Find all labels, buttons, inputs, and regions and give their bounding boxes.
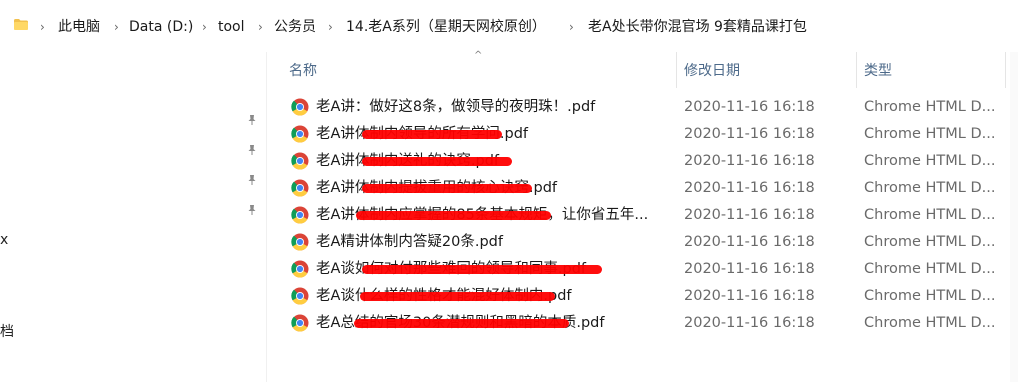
chrome-icon: [291, 179, 309, 197]
file-modified-date: 2020-11-16 16:18: [684, 207, 815, 223]
redaction-mark: [362, 157, 512, 166]
column-divider[interactable]: [1005, 52, 1006, 88]
breadcrumb-separator: ›: [114, 20, 119, 34]
file-modified-date: 2020-11-16 16:18: [684, 126, 815, 142]
redaction-mark: [360, 292, 555, 301]
file-type: Chrome HTML D...: [864, 234, 996, 250]
breadcrumb-tool[interactable]: tool: [218, 18, 245, 36]
chrome-icon: [291, 125, 309, 143]
chrome-icon: [291, 152, 309, 170]
breadcrumb-this-pc[interactable]: 此电脑: [58, 18, 100, 36]
column-divider[interactable]: [676, 52, 677, 88]
redaction-mark: [354, 319, 569, 328]
file-type: Chrome HTML D...: [864, 207, 996, 223]
chrome-icon: [291, 314, 309, 332]
file-row[interactable]: 老A总结的官场30条潜规则和黑暗的本质.pdf2020-11-16 16:18C…: [282, 310, 1018, 337]
file-name[interactable]: 老A讲：做好这8条，做领导的夜明珠！.pdf: [316, 98, 595, 116]
file-modified-date: 2020-11-16 16:18: [684, 99, 815, 115]
file-row[interactable]: 老A精讲体制内答疑20条.pdf 2020-11-16 16:18 Chrome H…: [282, 229, 1018, 256]
pin-icon[interactable]: [246, 144, 258, 156]
file-modified-date: 2020-11-16 16:18: [684, 180, 815, 196]
breadcrumb-separator: ›: [258, 20, 263, 34]
file-modified-date: 2020-11-16 16:18: [684, 315, 815, 331]
file-modified-date: 2020-11-16 16:18: [684, 153, 815, 169]
file-row[interactable]: 老A谈什么样的性格才能混好体制内.pdf2020-11-16 16:18Chro…: [282, 283, 1018, 310]
address-bar[interactable]: › 此电脑 › Data (D:) › tool › 公务员 › 14.老A系列…: [0, 0, 1018, 53]
file-row[interactable]: 老A讲体制内领导的所有学问.pdf2020-11-16 16:18Chrome …: [282, 121, 1018, 148]
breadcrumb-separator: ›: [569, 20, 574, 34]
breadcrumb-separator: ›: [202, 20, 207, 34]
column-divider[interactable]: [856, 52, 857, 88]
file-type: Chrome HTML D...: [864, 288, 996, 304]
pane-divider[interactable]: [266, 52, 267, 382]
file-type: Chrome HTML D...: [864, 126, 996, 142]
chrome-icon: [291, 98, 309, 116]
file-name[interactable]: 老A精讲体制内答疑20条.pdf: [316, 233, 503, 251]
file-row[interactable]: 老A讲体制内提拔重用的核心诀窍.pdf2020-11-16 16:18Chrom…: [282, 175, 1018, 202]
file-modified-date: 2020-11-16 16:18: [684, 261, 815, 277]
file-type: Chrome HTML D...: [864, 315, 996, 331]
file-row[interactable]: 老A讲体制内应掌握的85条基本规矩，让你省五年...2020-11-16 16:…: [282, 202, 1018, 229]
sort-ascending-icon: ^: [474, 50, 483, 61]
chrome-icon: [291, 260, 309, 278]
chrome-icon: [291, 287, 309, 305]
breadcrumb-separator: ›: [328, 20, 333, 34]
folder-icon: [14, 19, 28, 30]
breadcrumb-gongwuyuan[interactable]: 公务员: [274, 18, 316, 36]
column-header-name[interactable]: 名称: [289, 60, 317, 80]
pin-icon[interactable]: [246, 204, 258, 216]
nav-item-fragment[interactable]: x: [0, 232, 8, 248]
chrome-icon: [291, 206, 309, 224]
column-header-date[interactable]: 修改日期: [684, 60, 740, 80]
file-type: Chrome HTML D...: [864, 99, 996, 115]
file-type: Chrome HTML D...: [864, 261, 996, 277]
pin-icon[interactable]: [246, 174, 258, 186]
navigation-pane[interactable]: x 档: [0, 52, 266, 382]
pin-icon[interactable]: [246, 114, 258, 126]
file-type: Chrome HTML D...: [864, 180, 996, 196]
scrollbar[interactable]: [1010, 52, 1018, 382]
file-row[interactable]: 老A讲体制内送礼的诀窍.pdf2020-11-16 16:18Chrome HT…: [282, 148, 1018, 175]
breadcrumb-separator: ›: [40, 20, 45, 34]
breadcrumb-series[interactable]: 14.老A系列（星期天网校原创）: [346, 18, 546, 36]
redaction-mark: [362, 184, 532, 193]
redaction-mark: [356, 211, 551, 220]
file-row[interactable]: 老A谈如何对付那些难回的领导和同事.pdf2020-11-16 16:18Chr…: [282, 256, 1018, 283]
redaction-mark: [362, 130, 502, 139]
file-modified-date: 2020-11-16 16:18: [684, 288, 815, 304]
chrome-icon: [291, 233, 309, 251]
file-type: Chrome HTML D...: [864, 153, 996, 169]
breadcrumb-current-folder[interactable]: 老A处长带你混官场 9套精品课打包: [588, 18, 807, 36]
file-row[interactable]: 老A讲：做好这8条，做领导的夜明珠！.pdf 2020-11-16 16:18 Ch…: [282, 94, 1018, 121]
column-header-type[interactable]: 类型: [864, 60, 892, 80]
breadcrumb-drive-d[interactable]: Data (D:): [129, 18, 193, 36]
redaction-mark: [362, 265, 602, 274]
nav-item-fragment[interactable]: 档: [0, 321, 14, 341]
file-modified-date: 2020-11-16 16:18: [684, 234, 815, 250]
